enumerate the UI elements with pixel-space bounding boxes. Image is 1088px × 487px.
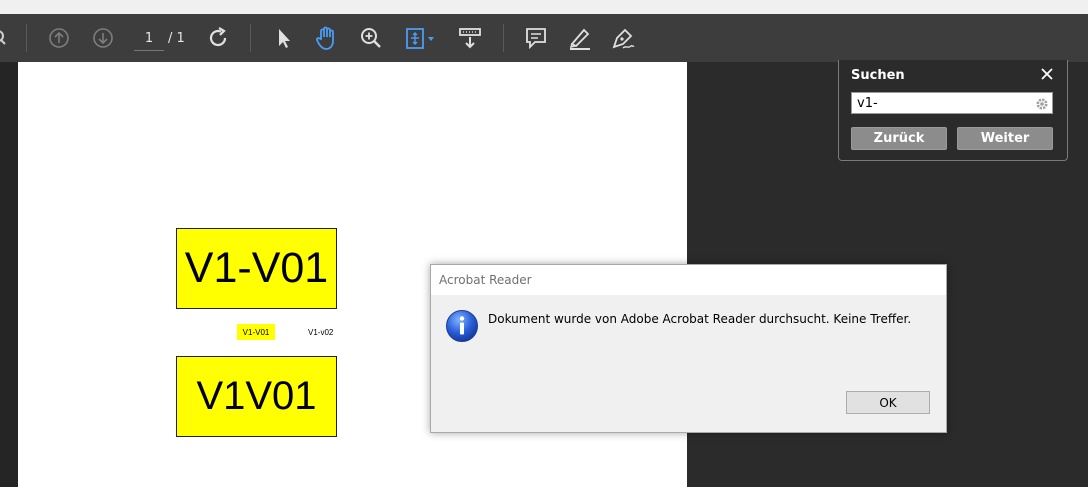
prev-page-icon[interactable] (47, 14, 71, 62)
toolbar-separator (250, 24, 251, 52)
toolbar: 1 / 1 (0, 14, 1088, 62)
close-icon[interactable] (1039, 66, 1055, 82)
toolbar-separator (503, 24, 504, 52)
search-next-button[interactable]: Weiter (957, 127, 1053, 150)
toolbar-separator (26, 24, 27, 52)
hand-tool-icon[interactable] (313, 14, 341, 62)
info-icon (445, 309, 479, 343)
gear-icon[interactable] (1035, 96, 1049, 110)
document-label-box: V1-V01 (176, 228, 337, 309)
window-top-strip (0, 0, 1088, 14)
dialog-title-bar: Acrobat Reader (431, 265, 946, 295)
sign-icon[interactable] (610, 14, 636, 62)
select-cursor-icon[interactable] (272, 14, 296, 62)
read-mode-icon[interactable] (457, 14, 483, 62)
document-label-box: V1V01 (176, 356, 337, 437)
search-panel: Suchen v1- Zurück Weiter (838, 60, 1068, 161)
document-small-label: V1-v02 (308, 327, 334, 337)
page-total: / 1 (168, 30, 185, 46)
dialog-title: Acrobat Reader (439, 273, 532, 287)
message-dialog: Acrobat Reader Dokument wurde von Adobe … (430, 264, 947, 433)
dialog-message: Dokument wurde von Adobe Acrobat Reader … (488, 312, 912, 326)
next-page-icon[interactable] (91, 14, 115, 62)
search-panel-title: Suchen (851, 68, 905, 83)
page-number-input[interactable]: 1 (134, 26, 164, 51)
search-input[interactable]: v1- (851, 92, 1053, 114)
search-icon[interactable] (0, 14, 12, 62)
left-gutter (0, 62, 18, 487)
rotate-icon[interactable] (205, 14, 231, 62)
search-highlight-label: V1-V01 (237, 324, 275, 340)
zoom-in-icon[interactable] (359, 14, 383, 62)
comment-icon[interactable] (524, 14, 548, 62)
highlight-icon[interactable] (567, 14, 593, 62)
fit-page-icon[interactable] (403, 14, 439, 62)
search-back-button[interactable]: Zurück (851, 127, 947, 150)
ok-button[interactable]: OK (846, 391, 930, 414)
